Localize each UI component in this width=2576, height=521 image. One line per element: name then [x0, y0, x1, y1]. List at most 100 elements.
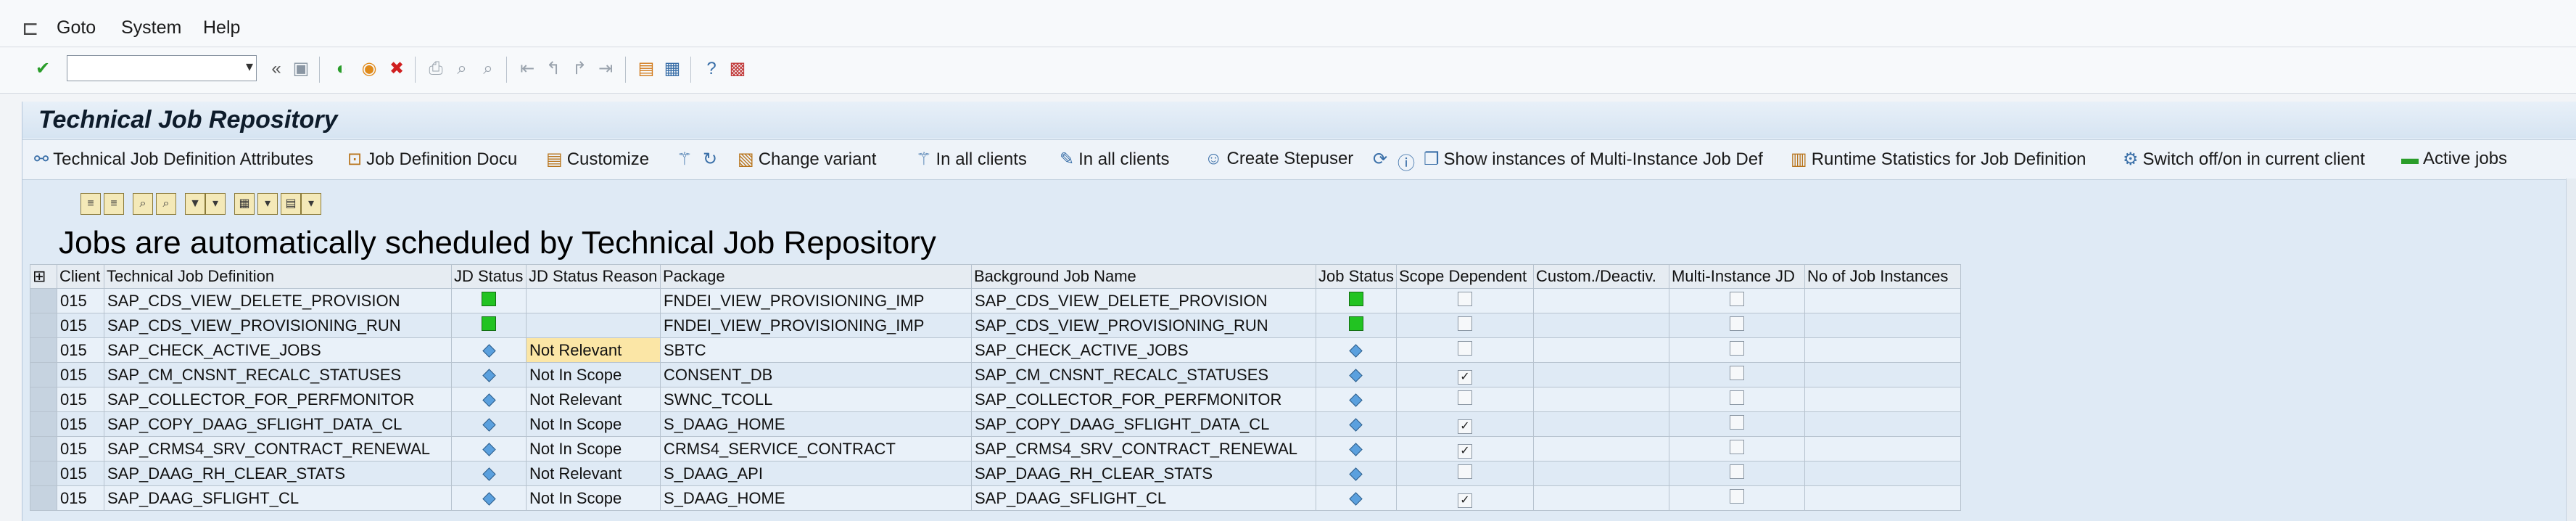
table-row[interactable]: 015 SAP_DAAG_SFLIGHT_CL Not In Scope S_DAAG…: [30, 485, 1961, 511]
job-definition-docu-button[interactable]: ⊡ Job Definition Docu: [347, 149, 517, 170]
print-icon[interactable]: ⎙: [425, 58, 447, 80]
cell-multi-instance-jd[interactable]: [1668, 387, 1805, 412]
cell-technical-job-definition[interactable]: SAP_CRMS4_SRV_CONTRACT_RENEWAL: [104, 436, 452, 461]
col-background-job-name[interactable]: Background Job Name: [971, 264, 1316, 289]
command-input[interactable]: [67, 56, 230, 81]
create-stepuser-button[interactable]: ☺ Create Stepuser: [1205, 149, 1353, 169]
cell-custom-deactiv[interactable]: [1532, 288, 1669, 313]
row-selector[interactable]: [30, 337, 57, 363]
cell-jd-status[interactable]: [451, 387, 527, 412]
col-jd-status-reason[interactable]: JD Status Reason: [526, 264, 661, 289]
row-selector[interactable]: [30, 387, 57, 412]
runtime-statistics-button[interactable]: ▥ Runtime Statistics for Job Definition: [1791, 149, 2086, 170]
table-row[interactable]: 015 SAP_CDS_VIEW_PROVISIONING_RUN FNDEI_VI…: [30, 313, 1961, 338]
cell-technical-job-definition[interactable]: SAP_CHECK_ACTIVE_JOBS: [104, 337, 452, 363]
menu-system[interactable]: System: [121, 17, 181, 38]
checkbox[interactable]: [1729, 390, 1744, 405]
checkbox[interactable]: ✓: [1457, 493, 1472, 508]
cell-jd-status-reason[interactable]: Not Relevant: [526, 387, 661, 412]
cell-jd-status[interactable]: [451, 288, 527, 313]
save-icon[interactable]: ▣: [290, 58, 312, 80]
cell-client[interactable]: 015: [57, 461, 104, 486]
previous-page-icon[interactable]: ↰: [542, 58, 564, 80]
info-icon-button[interactable]: ⓘ: [1398, 149, 1419, 174]
change-variant-button[interactable]: ▧ Change variant: [738, 149, 876, 170]
cell-multi-instance-jd[interactable]: [1668, 362, 1805, 387]
table-row[interactable]: 015 SAP_CHECK_ACTIVE_JOBS Not Relevant SBTC…: [30, 337, 1961, 363]
cell-package[interactable]: S_DAAG_HOME: [660, 411, 972, 437]
vertical-scrollbar[interactable]: [2566, 179, 2576, 521]
cell-technical-job-definition[interactable]: SAP_COLLECTOR_FOR_PERFMONITOR: [104, 387, 452, 412]
last-page-icon[interactable]: ⇥: [595, 58, 616, 80]
col-jd-status[interactable]: JD Status: [451, 264, 527, 289]
checkbox[interactable]: [1457, 316, 1472, 331]
cell-client[interactable]: 015: [57, 288, 104, 313]
cell-background-job-name[interactable]: SAP_COPY_DAAG_SFLIGHT_DATA_CL: [971, 411, 1316, 437]
find-icon[interactable]: ⌕: [133, 193, 153, 215]
cell-background-job-name[interactable]: SAP_CM_CNSNT_RECALC_STATUSES: [971, 362, 1316, 387]
wand-icon-button[interactable]: ⚚: [677, 149, 697, 170]
row-selector[interactable]: [30, 288, 57, 313]
cell-package[interactable]: FNDEI_VIEW_PROVISIONING_IMP: [660, 288, 972, 313]
col-custom-deactiv[interactable]: Custom./Deactiv.: [1532, 264, 1669, 289]
row-selector[interactable]: [30, 313, 57, 338]
cell-multi-instance-jd[interactable]: [1668, 461, 1805, 486]
col-multi-instance-jd[interactable]: Multi-Instance JD: [1668, 264, 1805, 289]
find-next-icon[interactable]: ⌕: [156, 193, 176, 215]
col-package[interactable]: Package: [660, 264, 972, 289]
cell-background-job-name[interactable]: SAP_CRMS4_SRV_CONTRACT_RENEWAL: [971, 436, 1316, 461]
next-page-icon[interactable]: ↱: [569, 58, 590, 80]
switch-off-on-button[interactable]: ⚙ Switch off/on in current client: [2123, 149, 2365, 170]
select-layout-icon[interactable]: ▤: [281, 193, 301, 215]
cell-custom-deactiv[interactable]: [1532, 411, 1669, 437]
cell-background-job-name[interactable]: SAP_CDS_VIEW_DELETE_PROVISION: [971, 288, 1316, 313]
cell-custom-deactiv[interactable]: [1532, 337, 1669, 363]
cell-jd-status[interactable]: [451, 337, 527, 363]
help-icon[interactable]: ?: [701, 58, 722, 80]
customize-button[interactable]: ▤ Customize: [546, 149, 649, 170]
table-row[interactable]: 015 SAP_CM_CNSNT_RECALC_STATUSES Not In Sc…: [30, 362, 1961, 387]
active-jobs-button[interactable]: ▬ Active jobs: [2401, 149, 2507, 169]
cell-job-status[interactable]: [1316, 313, 1397, 338]
cell-jd-status[interactable]: [451, 461, 527, 486]
checkbox[interactable]: [1729, 414, 1744, 430]
cell-jd-status-reason[interactable]: Not In Scope: [526, 436, 661, 461]
find-next-icon[interactable]: ⌕: [477, 58, 499, 80]
cell-job-status[interactable]: [1316, 337, 1397, 363]
cell-job-status[interactable]: [1316, 288, 1397, 313]
checkbox[interactable]: [1729, 464, 1744, 479]
cell-no-of-job-instances[interactable]: [1804, 387, 1961, 412]
cell-multi-instance-jd[interactable]: [1668, 436, 1805, 461]
cell-technical-job-definition[interactable]: SAP_CDS_VIEW_DELETE_PROVISION: [104, 288, 452, 313]
cell-client[interactable]: 015: [57, 362, 104, 387]
sort-descending-icon[interactable]: ≡: [104, 193, 124, 215]
refresh-icon-button[interactable]: ↻: [703, 149, 722, 170]
table-row[interactable]: 015 SAP_COPY_DAAG_SFLIGHT_DATA_CL Not In S…: [30, 411, 1961, 437]
cell-scope-dependent[interactable]: [1395, 461, 1534, 486]
row-selector[interactable]: [30, 411, 57, 437]
cell-package[interactable]: CONSENT_DB: [660, 362, 972, 387]
cell-jd-status-reason[interactable]: [526, 288, 661, 313]
select-all-icon[interactable]: ⊞: [30, 264, 57, 289]
cell-jd-status-reason[interactable]: [526, 313, 661, 338]
cell-no-of-job-instances[interactable]: [1804, 461, 1961, 486]
cell-jd-status[interactable]: [451, 436, 527, 461]
cell-background-job-name[interactable]: SAP_DAAG_RH_CLEAR_STATS: [971, 461, 1316, 486]
cell-scope-dependent[interactable]: ✓: [1395, 485, 1534, 511]
cell-background-job-name[interactable]: SAP_DAAG_SFLIGHT_CL: [971, 485, 1316, 511]
cell-multi-instance-jd[interactable]: [1668, 337, 1805, 363]
checkbox[interactable]: ✓: [1457, 443, 1472, 459]
cell-job-status[interactable]: [1316, 485, 1397, 511]
cell-package[interactable]: CRMS4_SERVICE_CONTRACT: [660, 436, 972, 461]
checkbox[interactable]: [1457, 340, 1472, 356]
save-layout-icon[interactable]: ▾: [301, 193, 321, 215]
in-all-clients-button-1[interactable]: ⚚ In all clients: [916, 149, 1027, 170]
col-scope-dependent[interactable]: Scope Dependent: [1395, 264, 1534, 289]
checkbox[interactable]: [1729, 439, 1744, 454]
cell-technical-job-definition[interactable]: SAP_DAAG_RH_CLEAR_STATS: [104, 461, 452, 486]
cell-scope-dependent[interactable]: ✓: [1395, 436, 1534, 461]
cell-package[interactable]: SBTC: [660, 337, 972, 363]
cell-jd-status-reason[interactable]: Not In Scope: [526, 485, 661, 511]
cancel-icon[interactable]: ✖: [386, 58, 408, 80]
cell-jd-status-reason[interactable]: Not Relevant: [526, 461, 661, 486]
